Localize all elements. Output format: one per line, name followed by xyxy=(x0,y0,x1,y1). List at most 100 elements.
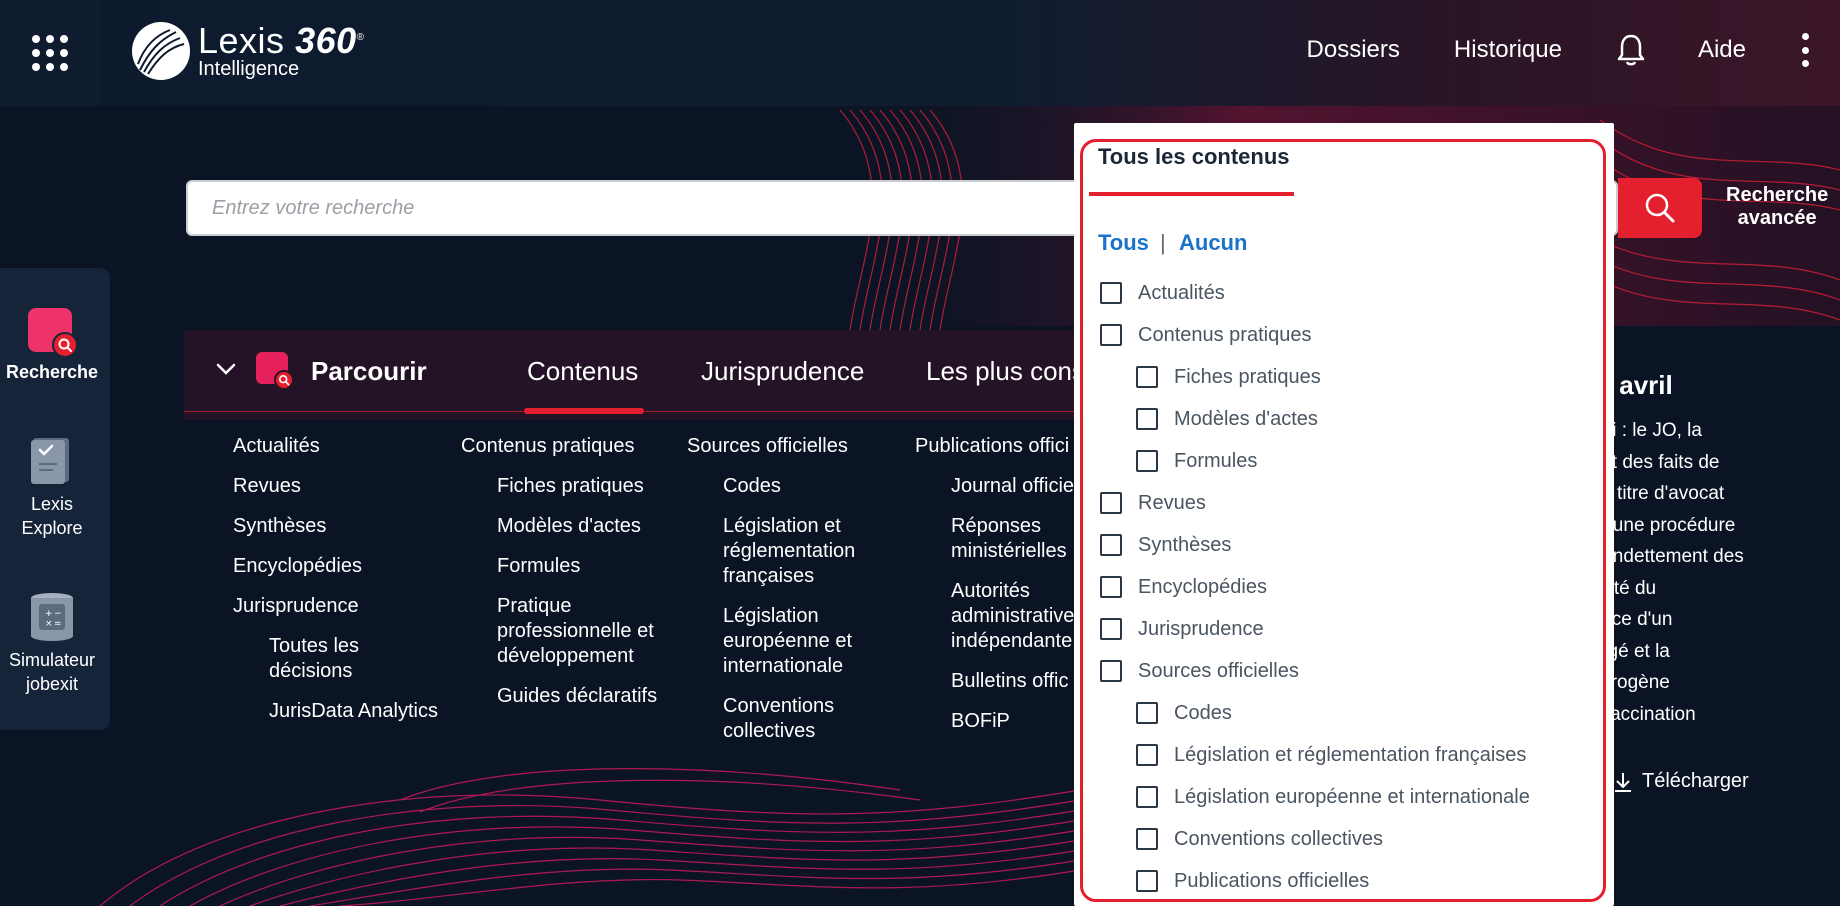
select-all-link[interactable]: Tous xyxy=(1098,230,1149,256)
browse-link[interactable]: Guides déclaratifs xyxy=(497,684,687,709)
rail-label-jobexit: jobexit xyxy=(25,674,79,694)
browse-link[interactable]: Bulletins offic xyxy=(951,669,1081,694)
browse-link[interactable]: Publications offici xyxy=(915,434,1081,459)
search-button[interactable] xyxy=(1618,178,1702,238)
browse-link[interactable]: Législation et réglementation françaises xyxy=(723,514,883,589)
option-label: Revues xyxy=(1138,491,1206,514)
checkbox[interactable] xyxy=(1136,744,1158,766)
browse-link[interactable]: Autorités administrative indépendante xyxy=(951,579,1081,654)
svg-text:+: + xyxy=(45,609,53,619)
brand-registered: ® xyxy=(356,32,365,43)
option-legislation-europeenne[interactable]: Législation européenne et internationale xyxy=(1136,782,1530,812)
browse-link[interactable]: Conventions collectives xyxy=(723,694,863,744)
advanced-search-link[interactable]: Recherche avancée xyxy=(1726,184,1828,230)
option-sources-officielles[interactable]: Sources officielles xyxy=(1100,656,1299,686)
select-none-link[interactable]: Aucun xyxy=(1179,230,1247,256)
option-label: Conventions collectives xyxy=(1174,827,1383,850)
option-encyclopedies[interactable]: Encyclopédies xyxy=(1100,572,1267,602)
search-icon xyxy=(1645,193,1675,223)
nav-dossiers[interactable]: Dossiers xyxy=(1307,36,1400,64)
browse-title: Parcourir xyxy=(311,356,427,386)
more-menu-icon[interactable] xyxy=(1800,33,1810,67)
download-icon xyxy=(1615,772,1631,792)
tab-contenus[interactable]: Contenus xyxy=(527,356,638,387)
browse-link[interactable]: Modèles d'actes xyxy=(497,514,687,539)
checkbox[interactable] xyxy=(1100,618,1122,640)
browse-link[interactable]: Encyclopédies xyxy=(233,554,438,579)
browse-link[interactable]: Actualités xyxy=(233,434,438,459)
browse-link[interactable]: Codes xyxy=(723,474,883,499)
chevron-down-icon[interactable] xyxy=(216,362,236,376)
option-revues[interactable]: Revues xyxy=(1100,488,1206,518)
header-nav: Dossiers Historique Aide xyxy=(1307,0,1840,100)
browse-column-3: Sources officielles Codes Législation et… xyxy=(687,434,883,759)
nav-aide[interactable]: Aide xyxy=(1698,36,1746,64)
option-label: Actualités xyxy=(1138,281,1225,304)
option-jurisprudence[interactable]: Jurisprudence xyxy=(1100,614,1264,644)
checkbox[interactable] xyxy=(1100,534,1122,556)
checkbox[interactable] xyxy=(1100,324,1122,346)
option-label: Codes xyxy=(1174,701,1232,724)
browse-link[interactable]: Législation européenne et internationale xyxy=(723,604,883,679)
option-codes[interactable]: Codes xyxy=(1136,698,1232,728)
browse-link[interactable]: Formules xyxy=(497,554,687,579)
checkbox[interactable] xyxy=(1136,408,1158,430)
option-fiches-pratiques[interactable]: Fiches pratiques xyxy=(1136,362,1321,392)
tab-jurisprudence[interactable]: Jurisprudence xyxy=(701,356,864,387)
option-formules[interactable]: Formules xyxy=(1136,446,1257,476)
brand-subtitle: Intelligence xyxy=(198,58,300,80)
browse-link[interactable]: JurisData Analytics xyxy=(269,699,438,724)
nav-historique[interactable]: Historique xyxy=(1454,36,1562,64)
checkbox[interactable] xyxy=(1100,660,1122,682)
top-header: Lexis 360® Intelligence Dossiers Histori… xyxy=(0,0,1840,106)
option-conventions-collectives[interactable]: Conventions collectives xyxy=(1136,824,1383,854)
checkbox[interactable] xyxy=(1100,282,1122,304)
option-contenus-pratiques[interactable]: Contenus pratiques xyxy=(1100,320,1311,350)
option-syntheses[interactable]: Synthèses xyxy=(1100,530,1231,560)
lexis-explore-icon xyxy=(31,438,69,484)
browse-column-4: Publications offici Journal officie Répo… xyxy=(915,434,1081,749)
browse-link[interactable]: BOFiP xyxy=(951,709,1081,734)
option-label: Législation européenne et internationale xyxy=(1174,785,1530,808)
browse-link[interactable]: Journal officie xyxy=(951,474,1081,499)
option-label: Formules xyxy=(1174,449,1258,472)
browse-link[interactable]: Jurisprudence xyxy=(233,594,438,619)
browse-link[interactable]: Synthèses xyxy=(233,514,438,539)
bell-icon[interactable] xyxy=(1616,33,1646,67)
option-actualites[interactable]: Actualités xyxy=(1100,278,1225,308)
tab-plus-consultes[interactable]: Les plus cons xyxy=(926,356,1085,387)
option-label: Modèles d'actes xyxy=(1174,407,1318,430)
checkbox[interactable] xyxy=(1136,450,1158,472)
checkbox[interactable] xyxy=(1100,492,1122,514)
svg-text:=: = xyxy=(54,619,62,629)
download-link[interactable]: Télécharger xyxy=(1612,770,1749,793)
rail-item-recherche[interactable]: Recherche xyxy=(0,306,104,384)
browse-link[interactable]: Toutes les décisions xyxy=(269,634,389,684)
lexis-logo[interactable]: Lexis 360® Intelligence xyxy=(130,20,365,82)
checkbox[interactable] xyxy=(1136,366,1158,388)
brand-name: Lexis xyxy=(198,20,285,61)
rail-label-simulateur: Simulateur xyxy=(8,650,96,670)
browse-link[interactable]: Réponses ministérielles xyxy=(951,514,1081,564)
option-publications-officielles[interactable]: Publications officielles xyxy=(1136,866,1369,896)
checkbox[interactable] xyxy=(1136,786,1158,808)
option-modeles-actes[interactable]: Modèles d'actes xyxy=(1136,404,1318,434)
browse-link[interactable]: Revues xyxy=(233,474,438,499)
browse-link[interactable]: Pratique professionnelle et développemen… xyxy=(497,594,687,669)
checkbox[interactable] xyxy=(1136,702,1158,724)
checkbox[interactable] xyxy=(1136,870,1158,892)
checkbox[interactable] xyxy=(1136,828,1158,850)
browse-link[interactable]: Contenus pratiques xyxy=(461,434,687,459)
rail-item-simulateur[interactable]: + − × = Simulateur jobexit xyxy=(0,590,104,696)
parcourir-icon xyxy=(256,352,294,390)
content-filter-dropdown: Tous les contenus Tous | Aucun Actualité… xyxy=(1074,123,1614,906)
rail-item-lexis-explore[interactable]: Lexis Explore xyxy=(0,434,104,540)
browse-link[interactable]: Sources officielles xyxy=(687,434,883,459)
browse-link[interactable]: Fiches pratiques xyxy=(497,474,687,499)
checkbox[interactable] xyxy=(1100,576,1122,598)
option-legislation-francaise[interactable]: Législation et réglementation françaises xyxy=(1136,740,1526,770)
advanced-search-line1: Recherche xyxy=(1726,184,1829,206)
browse-header: Parcourir Contenus Jurisprudence Les plu… xyxy=(184,328,1184,414)
option-label: Jurisprudence xyxy=(1138,617,1264,640)
app-launcher-button[interactable] xyxy=(0,0,100,106)
